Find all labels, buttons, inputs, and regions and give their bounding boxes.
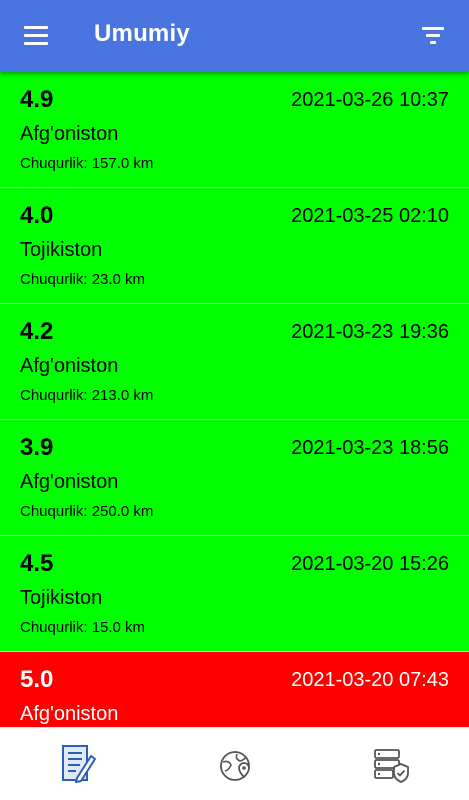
earthquake-item[interactable]: 4.2 2021-03-23 19:36 Afg'oniston Chuqurl…	[0, 304, 469, 420]
magnitude: 3.9	[20, 434, 54, 461]
datetime: 2021-03-20 07:43	[291, 669, 449, 691]
datetime: 2021-03-23 18:56	[291, 437, 449, 459]
datetime: 2021-03-20 15:26	[291, 553, 449, 575]
datetime: 2021-03-23 19:36	[291, 321, 449, 343]
magnitude: 4.5	[20, 550, 54, 577]
document-list-icon[interactable]	[53, 740, 103, 790]
location: Tojikiston	[20, 587, 103, 609]
location: Tojikiston	[20, 239, 103, 261]
location: Afg'oniston	[20, 471, 119, 493]
location: Afg'oniston	[20, 355, 119, 377]
depth: Chuqurlik: 23.0 km	[20, 271, 146, 288]
globe-location-icon[interactable]	[210, 740, 260, 790]
datetime: 2021-03-25 02:10	[291, 205, 449, 227]
magnitude: 4.0	[20, 202, 54, 229]
earthquake-list[interactable]: 4.9 2021-03-26 10:37 Afg'oniston Chuqurl…	[0, 72, 469, 727]
magnitude: 5.0	[20, 666, 54, 693]
app-bar: Umumiy	[0, 0, 469, 72]
location: Afg'oniston	[20, 703, 119, 725]
menu-icon[interactable]	[14, 16, 58, 56]
location: Afg'oniston	[20, 123, 119, 145]
earthquake-item[interactable]: 4.0 2021-03-25 02:10 Tojikiston Chuqurli…	[0, 188, 469, 304]
filter-icon[interactable]	[411, 16, 455, 56]
depth: Chuqurlik: 213.0 km	[20, 387, 154, 404]
depth: Chuqurlik: 157.0 km	[20, 155, 154, 172]
page-title: Umumiy	[94, 20, 190, 47]
server-shield-icon[interactable]	[366, 740, 416, 790]
magnitude: 4.9	[20, 86, 54, 113]
magnitude: 4.2	[20, 318, 54, 345]
earthquake-item[interactable]: 5.0 2021-03-20 07:43 Afg'oniston	[0, 652, 469, 727]
depth: Chuqurlik: 250.0 km	[20, 503, 154, 520]
datetime: 2021-03-26 10:37	[291, 89, 449, 111]
earthquake-item[interactable]: 4.5 2021-03-20 15:26 Tojikiston Chuqurli…	[0, 536, 469, 652]
bottom-navigation	[0, 727, 469, 800]
depth: Chuqurlik: 15.0 km	[20, 619, 146, 636]
earthquake-item[interactable]: 4.9 2021-03-26 10:37 Afg'oniston Chuqurl…	[0, 72, 469, 188]
earthquake-item[interactable]: 3.9 2021-03-23 18:56 Afg'oniston Chuqurl…	[0, 420, 469, 536]
